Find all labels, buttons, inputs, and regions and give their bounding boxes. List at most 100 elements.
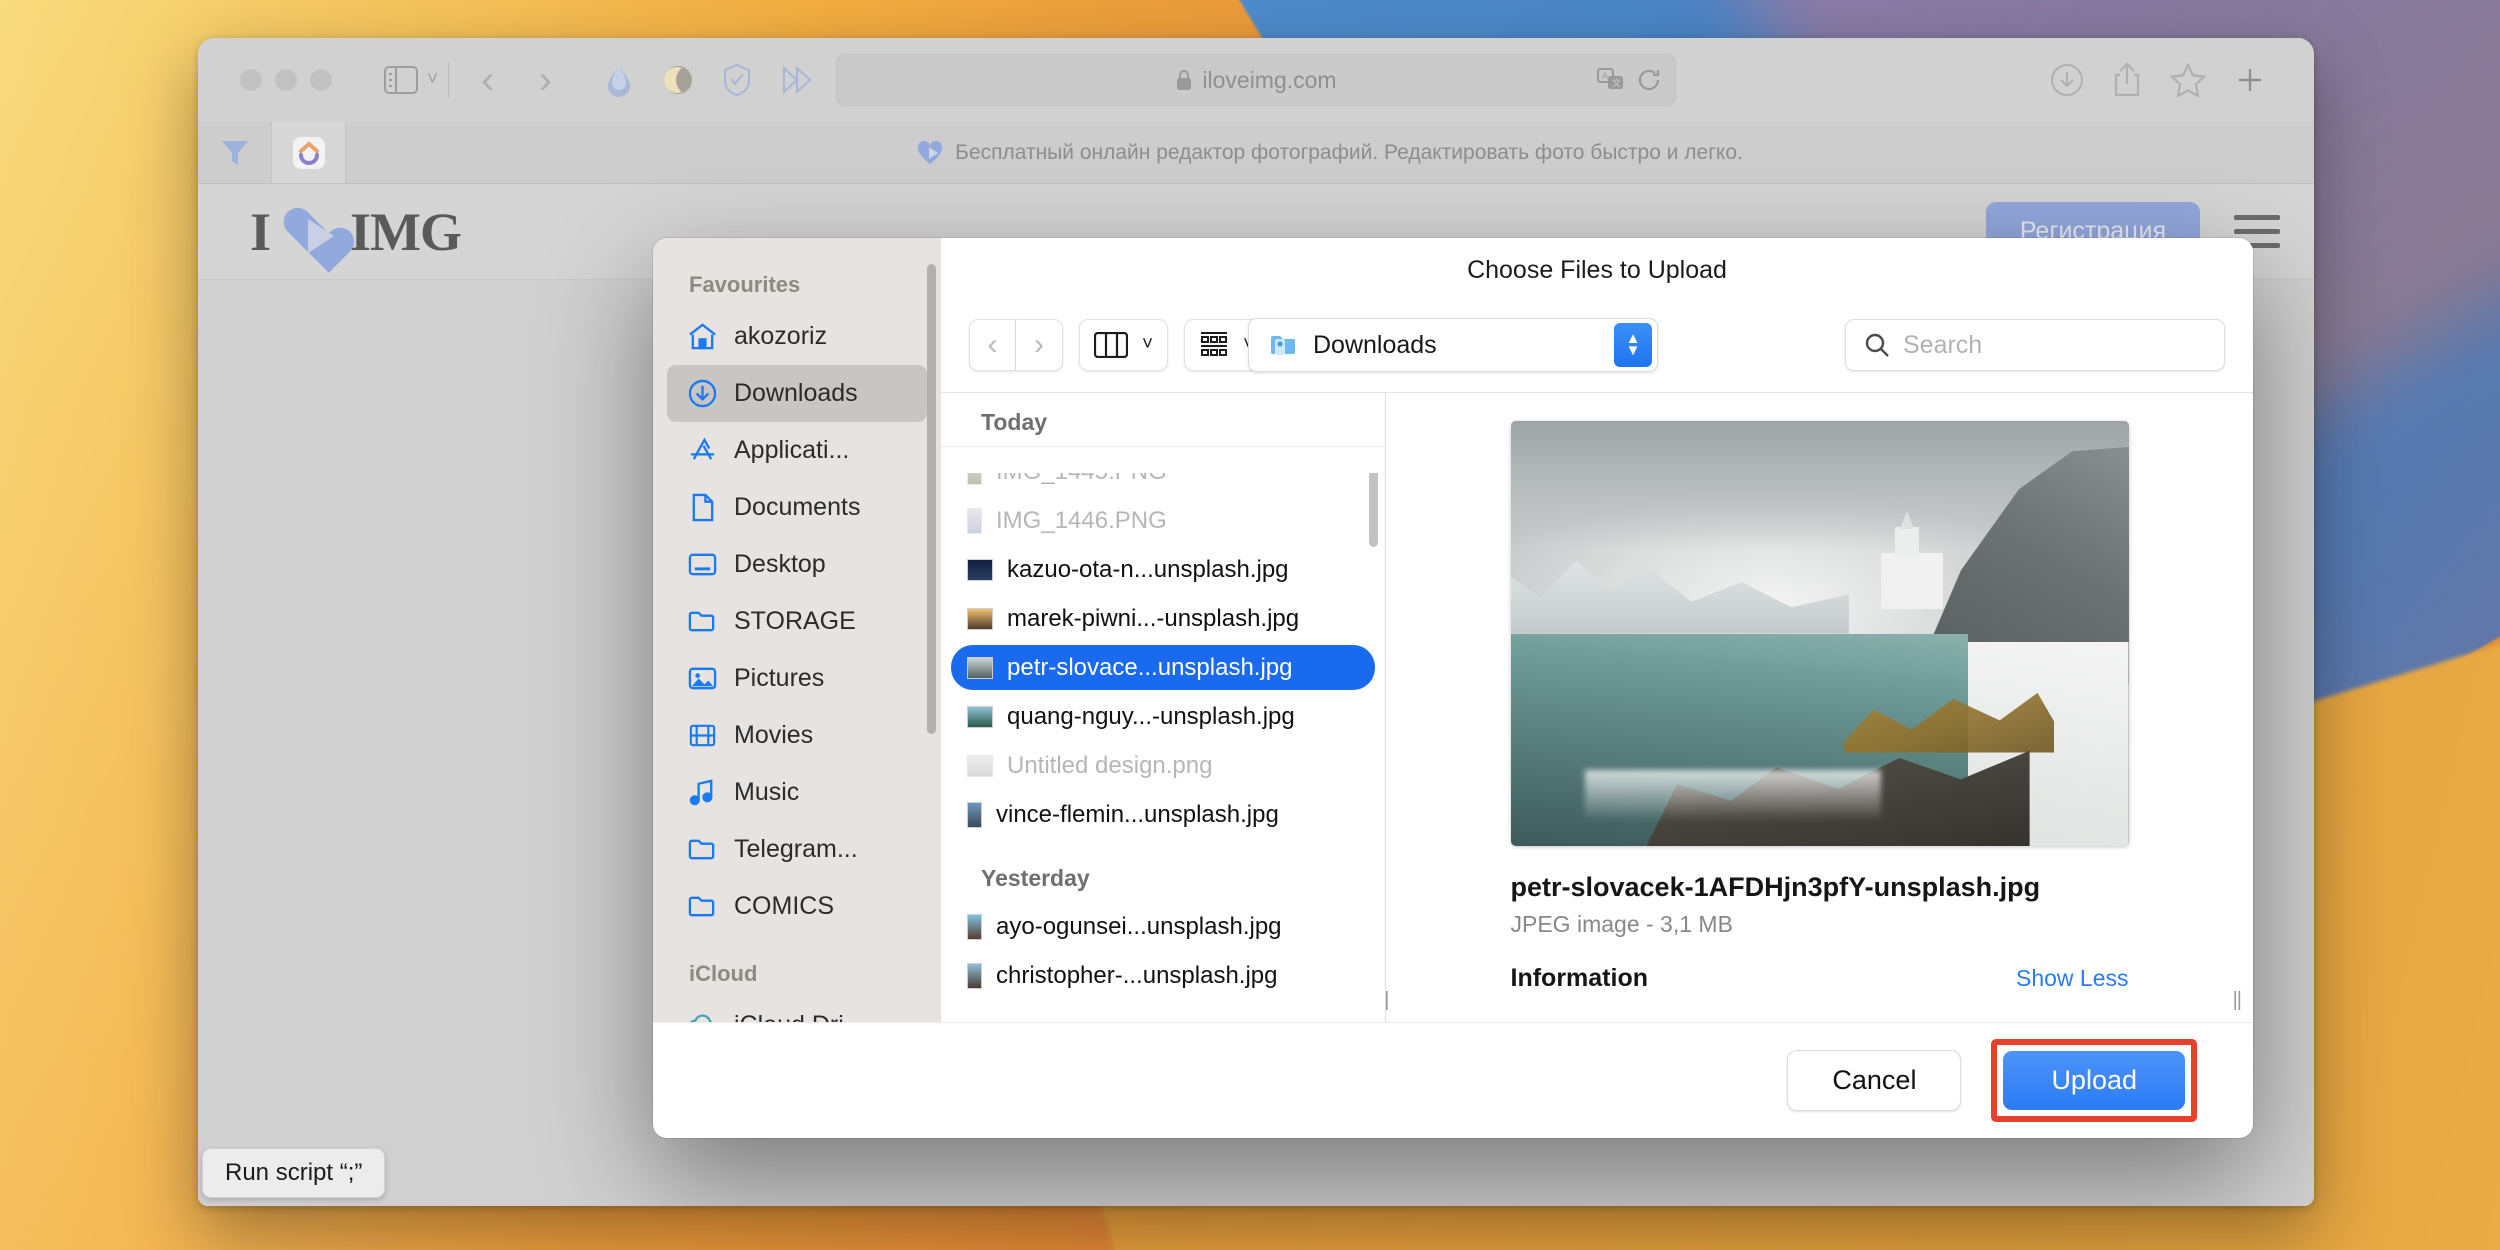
share-icon[interactable] (2112, 62, 2142, 98)
file-name: ayo-ogunsei...unsplash.jpg (996, 912, 1282, 940)
window-traffic-lights[interactable] (240, 69, 332, 91)
sidebar-item-documents[interactable]: Documents (667, 479, 927, 536)
right-resize-handle[interactable]: || (2233, 989, 2242, 1012)
file-group-heading-yesterday: Yesterday (981, 865, 1090, 891)
tab-funnel[interactable] (198, 122, 272, 183)
home-icon (689, 323, 716, 350)
file-name: vince-flemin...unsplash.jpg (996, 800, 1279, 828)
music-icon (689, 779, 713, 806)
file-row[interactable]: IMG_1446.PNG (951, 498, 1375, 543)
downloads-icon[interactable] (2050, 63, 2084, 97)
upload-button-highlight: Upload (1991, 1039, 2197, 1122)
file-row[interactable]: quang-nguy...-unsplash.jpg (951, 694, 1375, 739)
sidebar-icon[interactable] (384, 66, 418, 94)
file-name: marek-piwni...-unsplash.jpg (1007, 604, 1300, 632)
file-name: quang-nguy...-unsplash.jpg (1007, 702, 1295, 730)
sidebar-item-movies[interactable]: Movies (667, 707, 927, 764)
column-view-icon (1094, 332, 1128, 358)
file-row[interactable]: Untitled design.png (951, 743, 1375, 788)
sidebar-item-telegram[interactable]: Telegram... (667, 821, 927, 878)
sidebar-item-akozoriz[interactable]: akozoriz (667, 308, 927, 365)
heart-icon (282, 207, 338, 257)
file-thumbnail (967, 913, 982, 940)
file-row[interactable]: vince-flemin...unsplash.jpg (951, 792, 1375, 837)
sidebar-item-applications[interactable]: Applicati... (667, 422, 927, 479)
file-row[interactable]: ayo-ogunsei...unsplash.jpg (951, 904, 1375, 949)
minimize-window-button[interactable] (275, 69, 297, 91)
shield-drop-icon[interactable] (604, 63, 634, 97)
tab-strip: Бесплатный онлайн редактор фотографий. Р… (198, 122, 2314, 184)
up-down-stepper-icon[interactable]: ▲ ▼ (1614, 323, 1652, 367)
sidebar-item-label: STORAGE (734, 607, 856, 635)
file-name: Untitled design.png (1007, 751, 1213, 779)
tab-iloveimg[interactable] (272, 122, 346, 183)
cancel-button[interactable]: Cancel (1787, 1050, 1962, 1111)
sidebar-scrollbar[interactable] (927, 264, 936, 734)
sidebar-group-favourites-title: Favourites (689, 272, 801, 297)
bookmark-star-icon[interactable] (2170, 63, 2206, 97)
address-bar[interactable]: iloveimg.com A 文 (836, 54, 1676, 106)
dialog-title: Choose Files to Upload (1467, 256, 1727, 284)
sidebar-item-comics[interactable]: COMICS (667, 878, 927, 935)
forward-button[interactable]: › (1016, 319, 1063, 371)
path-popup-button[interactable]: Downloads ▲ ▼ (1248, 318, 1658, 372)
preview-image (1510, 421, 2129, 846)
folder-icon (688, 839, 715, 860)
funnel-icon (221, 140, 248, 165)
safari-window: ˅ ‹ › iloveimg.com A 文 Бесплатный онлайн… (198, 38, 2314, 1206)
shield-check-icon[interactable] (722, 63, 752, 97)
preview-meta: JPEG image - 3,1 MB (1510, 911, 1733, 937)
sidebar-item-icloud-drive[interactable]: iCloud Dri... (667, 997, 927, 1022)
search-placeholder: Search (1903, 330, 1983, 359)
file-thumbnail (967, 962, 982, 989)
sidebar-item-storage[interactable]: STORAGE (667, 593, 927, 650)
file-row-selected[interactable]: petr-slovace...unsplash.jpg (951, 645, 1375, 690)
show-less-link[interactable]: Show Less (2016, 965, 2129, 992)
translate-icon[interactable]: A 文 (1597, 68, 1625, 92)
forward-arrow-icon[interactable]: › (538, 60, 551, 100)
sidebar-item-pictures[interactable]: Pictures (667, 650, 927, 707)
folder-icon (688, 896, 715, 917)
download-icon (688, 379, 717, 408)
sidebar-item-desktop[interactable]: Desktop (667, 536, 927, 593)
file-row[interactable]: marek-piwni...-unsplash.jpg (951, 596, 1375, 641)
file-row[interactable]: kazuo-ota-n...unsplash.jpg (951, 547, 1375, 592)
sidebar-item-music[interactable]: Music (667, 764, 927, 821)
file-thumbnail (967, 607, 993, 630)
pictures-icon (688, 667, 717, 690)
sidebar-item-label: Documents (734, 493, 861, 521)
back-arrow-icon[interactable]: ‹ (481, 60, 494, 100)
back-button[interactable]: ‹ (969, 319, 1016, 371)
left-resize-handle[interactable]: || (1386, 989, 1389, 1012)
sidebar-item-downloads[interactable]: Downloads (667, 365, 927, 422)
view-mode-button[interactable]: ˅ (1079, 319, 1169, 371)
zoom-window-button[interactable] (310, 69, 332, 91)
sidebar-item-label: Downloads (734, 379, 858, 407)
file-list-scrollbar[interactable] (1369, 469, 1378, 547)
moon-icon[interactable] (662, 64, 694, 96)
close-window-button[interactable] (240, 69, 262, 91)
file-name: IMG_1446.PNG (996, 506, 1167, 534)
heart-arrow-icon (918, 140, 943, 164)
file-thumbnail (967, 558, 993, 581)
new-tab-plus-icon[interactable] (2234, 64, 2266, 96)
file-row[interactable]: christopher-...unsplash.jpg (951, 953, 1375, 998)
file-list-column[interactable]: Today IMG_1445.PNG IMG_1446.PNG ka (941, 393, 1386, 1022)
file-name: christopher-...unsplash.jpg (996, 961, 1278, 989)
fast-forward-icon[interactable] (780, 65, 814, 95)
svg-text:A: A (1602, 71, 1608, 81)
logo-suffix: IMG (350, 201, 462, 262)
toolbar-divider (448, 62, 450, 98)
iloveimg-logo[interactable]: I IMG (250, 201, 462, 263)
upload-button[interactable]: Upload (2003, 1051, 2185, 1110)
reload-icon[interactable] (1637, 67, 1661, 93)
chevron-down-icon[interactable]: ˅ (427, 69, 438, 91)
file-thumbnail (967, 801, 982, 828)
preview-column: petr-slovacek-1AFDHjn3pfY-unsplash.jpg J… (1386, 393, 2253, 1022)
search-field[interactable]: Search (1845, 319, 2225, 371)
tab-banner-text: Бесплатный онлайн редактор фотографий. Р… (955, 140, 1743, 164)
sidebar-item-label: COMICS (734, 892, 834, 920)
sidebar-item-label: Movies (734, 721, 814, 749)
folder-icon (688, 611, 715, 632)
sidebar-item-label: Pictures (734, 664, 825, 692)
